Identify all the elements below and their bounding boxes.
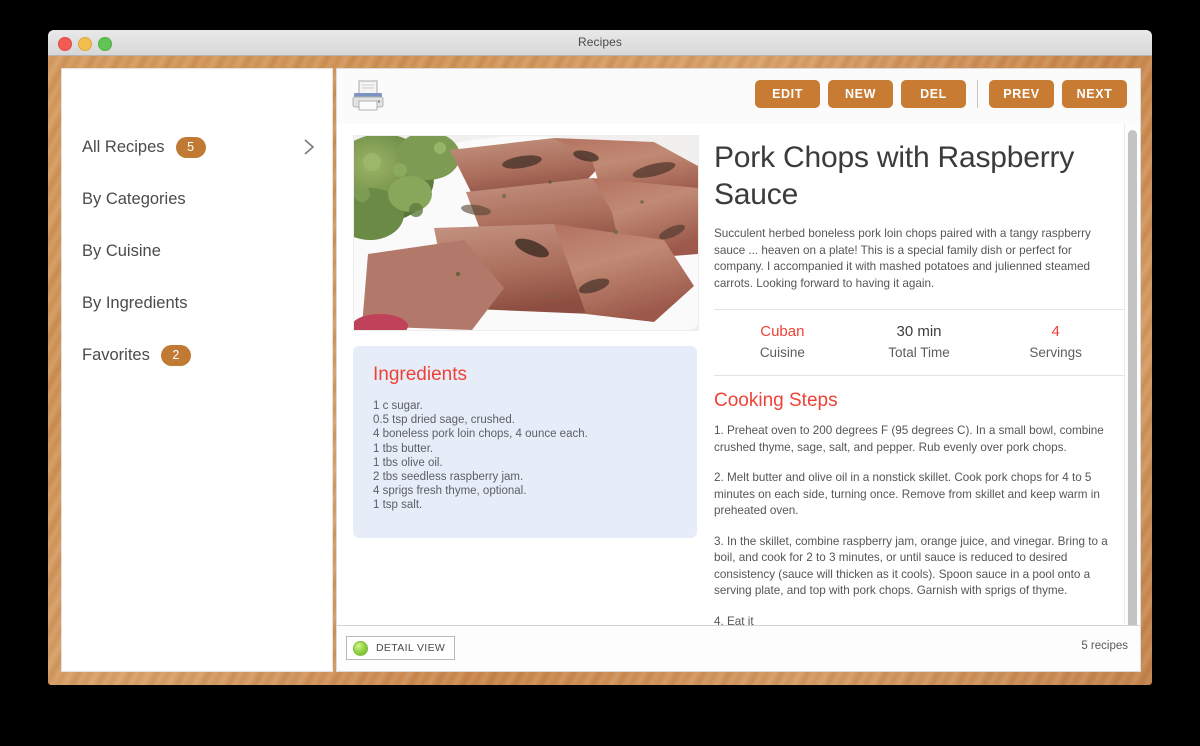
- recipe-count-label: 5 recipes: [1081, 640, 1128, 652]
- recipe-description: Succulent herbed boneless pork loin chop…: [714, 227, 1091, 290]
- sidebar-item-by-ingredients[interactable]: By Ingredients: [62, 277, 332, 329]
- sidebar-item-by-cuisine[interactable]: By Cuisine: [62, 225, 332, 277]
- ingredients-title: Ingredients: [373, 364, 468, 385]
- ingredient-item: 1 tsp salt.: [373, 499, 423, 512]
- cooking-step: 1. Preheat oven to 200 degrees F (95 deg…: [714, 424, 1104, 454]
- cooking-step: 2. Melt butter and olive oil in a nonsti…: [714, 471, 1100, 517]
- new-button[interactable]: NEW: [828, 80, 893, 108]
- sidebar-item-badge: 5: [175, 136, 206, 158]
- recipe-meta-row: Cuban Cuisine 30 min Total Time 4 Servin…: [714, 310, 1124, 375]
- sidebar-item-label: By Categories: [82, 189, 186, 208]
- desktop-background: Recipes All Recipes 5 By Categories By C…: [0, 0, 1200, 746]
- divider-below-meta: [714, 375, 1124, 376]
- recipe-details-column: Pork Chops with Raspberry Sauce Succulen…: [714, 124, 1124, 644]
- next-button[interactable]: NEXT: [1062, 80, 1127, 108]
- detail-panel: EDIT NEW DEL PREV NEXT Ingredients 1 c s…: [336, 68, 1141, 672]
- sidebar-item-favorites[interactable]: Favorites 2: [62, 329, 332, 381]
- sidebar-item-by-categories[interactable]: By Categories: [62, 173, 332, 225]
- sidebar-item-label: Favorites: [82, 345, 150, 364]
- ingredient-item: 2 tbs seedless raspberry jam.: [373, 471, 524, 484]
- ingredient-item: 1 tbs butter.: [373, 442, 434, 455]
- window-titlebar[interactable]: Recipes: [48, 30, 1152, 56]
- meta-cuisine-value: Cuban: [760, 323, 805, 340]
- prev-button[interactable]: PREV: [989, 80, 1054, 108]
- recipe-photo: [353, 135, 699, 331]
- sidebar-item-badge: 2: [160, 344, 191, 366]
- view-mode-label: DETAIL VIEW: [376, 642, 446, 654]
- meta-total-time: 30 min Total Time: [851, 321, 988, 363]
- content-scrollbar[interactable]: [1124, 124, 1140, 645]
- ingredients-card: Ingredients 1 c sugar. 0.5 tsp dried sag…: [353, 346, 697, 538]
- meta-cuisine-label: Cuisine: [759, 345, 805, 360]
- sidebar-item-label: By Cuisine: [82, 241, 161, 260]
- delete-button[interactable]: DEL: [901, 80, 966, 108]
- meta-cuisine: Cuban Cuisine: [714, 321, 851, 363]
- meta-servings-label: Servings: [1029, 345, 1082, 360]
- recipe-photo-image: [354, 136, 698, 330]
- toolbar-divider: [977, 80, 978, 108]
- recipe-content-area: Ingredients 1 c sugar. 0.5 tsp dried sag…: [337, 124, 1140, 645]
- edit-button[interactable]: EDIT: [755, 80, 820, 108]
- app-window: Recipes All Recipes 5 By Categories By C…: [48, 30, 1152, 685]
- ingredient-item: 4 boneless pork loin chops, 4 ounce each…: [373, 428, 588, 441]
- ingredient-item: 0.5 tsp dried sage, crushed.: [373, 414, 515, 427]
- chevron-right-icon[interactable]: [303, 137, 315, 157]
- sidebar-item-all-recipes[interactable]: All Recipes 5: [62, 121, 332, 173]
- detail-toolbar: EDIT NEW DEL PREV NEXT: [337, 69, 1140, 125]
- meta-total-time-value: 30 min: [896, 323, 942, 340]
- sidebar-item-label: By Ingredients: [82, 293, 188, 312]
- status-bar: DETAIL VIEW 5 recipes: [337, 625, 1140, 671]
- meta-servings: 4 Servings: [987, 321, 1124, 363]
- window-title: Recipes: [577, 35, 623, 49]
- ingredients-list: 1 c sugar. 0.5 tsp dried sage, crushed. …: [373, 399, 677, 513]
- ingredient-item: 4 sprigs fresh thyme, optional.: [373, 485, 527, 498]
- green-led-icon: [353, 640, 368, 656]
- meta-total-time-label: Total Time: [888, 345, 950, 360]
- meta-servings-value: 4: [1051, 323, 1060, 340]
- recipe-title: Pork Chops with Raspberry Sauce: [714, 141, 1075, 211]
- sidebar-panel: All Recipes 5 By Categories By Cuisine B…: [61, 68, 333, 672]
- ingredient-item: 1 c sugar.: [373, 400, 423, 412]
- view-mode-toggle[interactable]: DETAIL VIEW: [346, 636, 456, 660]
- scrollbar-thumb[interactable]: [1128, 130, 1137, 630]
- cooking-steps-title: Cooking Steps: [714, 390, 838, 411]
- toolbar-button-group: EDIT NEW DEL PREV NEXT: [755, 80, 1127, 108]
- printer-icon[interactable]: [349, 77, 387, 115]
- ingredient-item: 1 tbs olive oil.: [373, 456, 443, 469]
- cooking-step: 3. In the skillet, combine raspberry jam…: [714, 534, 1108, 598]
- sidebar-item-label: All Recipes: [82, 137, 165, 156]
